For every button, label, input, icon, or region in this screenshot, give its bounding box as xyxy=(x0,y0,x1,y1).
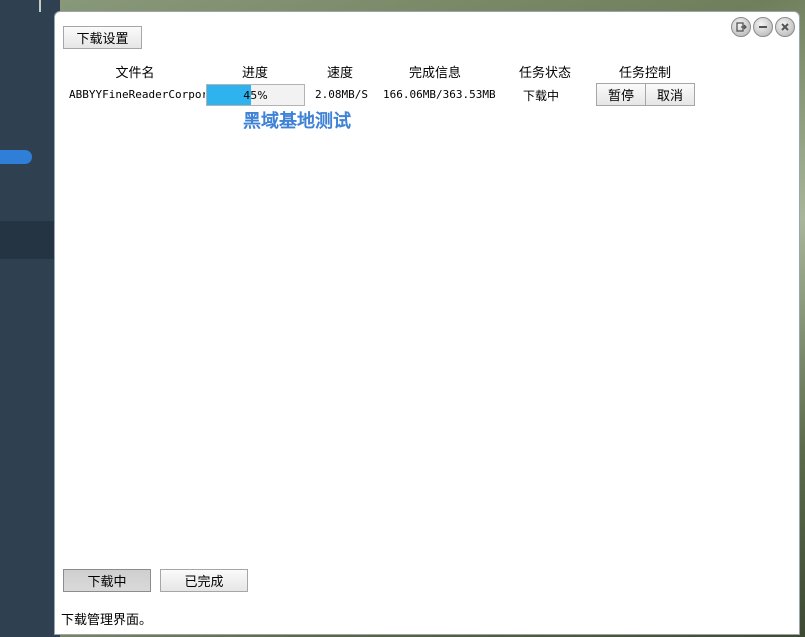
watermark: 黑域基地测试 xyxy=(243,111,351,132)
window-controls xyxy=(731,17,795,37)
background-edge xyxy=(39,0,41,12)
header-filename: 文件名 xyxy=(115,66,155,81)
background-pill xyxy=(0,150,32,164)
tab-downloading[interactable]: 下载中 xyxy=(63,569,151,592)
download-manager-window: 下载设置 文件名 进度 速度 完成信息 任务状态 任务控制 ABBYYFineR… xyxy=(54,11,800,635)
status-text: 下载管理界面。 xyxy=(61,613,153,628)
cancel-button[interactable]: 取消 xyxy=(645,83,695,106)
row-info: 166.06MB/363.53MB xyxy=(383,88,496,101)
progress-bar: 45% xyxy=(206,84,305,106)
background-band xyxy=(0,221,55,259)
row-speed: 2.08MB/S xyxy=(315,88,368,101)
progress-text: 45% xyxy=(243,89,268,102)
tab-completed[interactable]: 已完成 xyxy=(160,569,248,592)
header-control: 任务控制 xyxy=(618,66,671,81)
close-icon[interactable] xyxy=(775,17,795,37)
header-progress: 进度 xyxy=(241,66,268,81)
exit-icon[interactable] xyxy=(731,17,751,37)
header-status: 任务状态 xyxy=(518,66,571,81)
row-status: 下载中 xyxy=(523,89,560,103)
background-sidebar xyxy=(0,0,60,637)
download-settings-button[interactable]: 下载设置 xyxy=(63,26,142,49)
minimize-icon[interactable] xyxy=(753,17,773,37)
header-info: 完成信息 xyxy=(408,66,461,81)
header-speed: 速度 xyxy=(326,66,353,81)
pause-button[interactable]: 暂停 xyxy=(596,83,646,106)
row-filename: ABBYYFineReaderCorpora xyxy=(69,88,205,101)
